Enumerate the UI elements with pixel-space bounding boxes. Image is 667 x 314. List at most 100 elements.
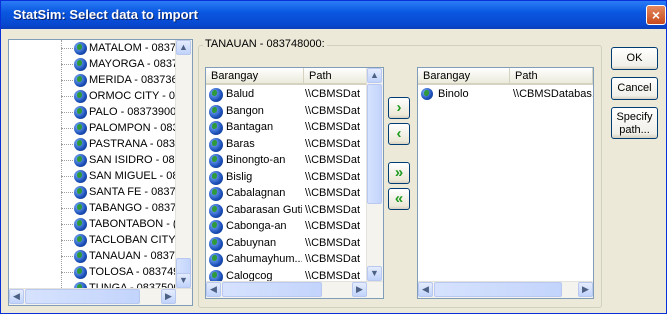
- tree-connector: [61, 192, 75, 193]
- scroll-right-button[interactable]: ▶: [161, 289, 176, 304]
- path-cell: \\CBMSDatab: [305, 170, 360, 183]
- tree-connector: [61, 240, 75, 241]
- globe-icon: [209, 236, 223, 251]
- column-header-barangay[interactable]: Barangay: [418, 68, 510, 85]
- selected-barangay-list[interactable]: Barangay Path Binolo \\CBMSDatabas... ◀ ▶: [417, 67, 594, 299]
- path-cell: \\CBMSDatab: [305, 187, 360, 199]
- list-row[interactable]: Cabonga-an \\CBMSDatab: [206, 218, 366, 235]
- globe-icon: [74, 106, 87, 119]
- available-barangay-list[interactable]: Barangay Path Balud \\CBMSDatab Bangon \\CB…: [205, 67, 384, 299]
- tree-item[interactable]: TOLOSA - 083749: [9, 265, 179, 279]
- tree-item[interactable]: TACLOBAN CITY: [9, 233, 177, 247]
- path-cell: \\CBMSDatab: [305, 154, 360, 166]
- globe-icon: [74, 42, 87, 55]
- dialog-window: StatSim: Select data to import × MATALOM…: [0, 0, 667, 314]
- scroll-right-button[interactable]: ▶: [352, 282, 367, 297]
- tree-item[interactable]: PASTRANA - 083: [9, 137, 177, 151]
- cancel-button[interactable]: Cancel: [611, 77, 658, 100]
- municipality-tree[interactable]: MATALOM - 0837 MAYORGA - 0837 MERIDA - 083…: [8, 39, 193, 306]
- tree-item-label: PASTRANA - 083: [89, 138, 175, 150]
- tree-item[interactable]: TABONTABON - (: [9, 217, 177, 231]
- tree-horizontal-scrollbar[interactable]: ◀ ▶: [9, 288, 192, 305]
- scroll-left-button[interactable]: ◀: [418, 282, 433, 297]
- list-row[interactable]: Cabarasan Guti\\CBMSDatab: [206, 202, 366, 219]
- list-row[interactable]: Cabuynan \\CBMSDatab: [206, 235, 366, 252]
- barangay-cell: Bislig: [226, 170, 253, 183]
- tree-item[interactable]: SAN ISIDRO - 083: [9, 153, 181, 167]
- barangay-cell: Binolo: [438, 88, 469, 100]
- globe-icon: [74, 154, 87, 167]
- globe-icon: [74, 170, 87, 183]
- tree-item[interactable]: PALOMPON - 083: [9, 121, 179, 135]
- globe-icon: [74, 74, 87, 87]
- list-row[interactable]: Binolo \\CBMSDatabas...: [418, 86, 593, 103]
- tree-item-label: SAN MIGUEL - 08: [89, 170, 179, 182]
- globe-icon: [74, 234, 87, 247]
- globe-icon: [74, 250, 87, 263]
- tree-connector: [61, 96, 75, 97]
- tree-item[interactable]: MAYORGA - 0837: [9, 57, 179, 71]
- tree-item[interactable]: TABANGO - 0837: [9, 201, 177, 215]
- barangay-cell: Cabarasan Guti: [226, 203, 302, 216]
- add-selected-button[interactable]: ›: [388, 97, 410, 119]
- scroll-right-button[interactable]: ▶: [578, 282, 593, 297]
- column-header-path[interactable]: Path: [510, 68, 593, 85]
- scroll-up-button[interactable]: ▲: [176, 40, 191, 55]
- globe-icon: [209, 104, 223, 119]
- specify-path-button[interactable]: Specify path...: [611, 107, 658, 139]
- tree-item[interactable]: SAN MIGUEL - 08: [9, 169, 179, 183]
- tree-item-label: MAYORGA - 0837: [89, 58, 179, 70]
- tree-connector: [61, 176, 75, 177]
- list-row[interactable]: Balud \\CBMSDatab: [206, 86, 366, 103]
- column-header-path[interactable]: Path: [304, 68, 368, 85]
- list-row[interactable]: Binongto-an \\CBMSDatab: [206, 152, 366, 169]
- globe-icon: [74, 186, 87, 199]
- globe-icon: [74, 202, 87, 215]
- tree-item[interactable]: MERIDA - 083736: [9, 73, 178, 87]
- list-row[interactable]: Bantagan \\CBMSDatab: [206, 119, 366, 136]
- selected-horizontal-scrollbar[interactable]: ◀ ▶: [418, 281, 593, 298]
- column-header-barangay[interactable]: Barangay: [206, 68, 304, 85]
- list-row[interactable]: Bangon \\CBMSDatab: [206, 103, 366, 120]
- available-horizontal-scrollbar[interactable]: ◀ ▶: [206, 281, 383, 298]
- title-bar[interactable]: StatSim: Select data to import ×: [1, 1, 666, 29]
- barangay-cell: Baras: [226, 137, 255, 150]
- scroll-thumb[interactable]: [222, 282, 322, 297]
- tree-item[interactable]: TANAUAN - 0837: [9, 249, 177, 263]
- tree-item-label: SAN ISIDRO - 083: [89, 154, 181, 166]
- scroll-up-button[interactable]: ▲: [367, 68, 382, 83]
- available-vertical-scrollbar[interactable]: ▲ ▼: [366, 68, 383, 281]
- tree-connector: [61, 160, 75, 161]
- list-row[interactable]: Bislig \\CBMSDatab: [206, 169, 366, 186]
- scroll-thumb[interactable]: [25, 289, 140, 304]
- scroll-down-button[interactable]: ▼: [367, 266, 382, 281]
- path-cell: \\CBMSDatab: [305, 104, 360, 117]
- tree-item[interactable]: ORMOC CITY - 08: [9, 89, 181, 103]
- remove-all-button[interactable]: «: [388, 188, 410, 210]
- scroll-thumb[interactable]: [434, 282, 562, 297]
- globe-icon: [209, 154, 223, 168]
- add-all-button[interactable]: »: [388, 162, 410, 184]
- list-row[interactable]: Cahumayhum...\\CBMSDatab: [206, 251, 366, 268]
- barangay-cell: Bangon: [226, 104, 264, 117]
- globe-icon: [74, 138, 87, 151]
- tree-item-label: TANAUAN - 0837: [89, 250, 175, 262]
- scroll-thumb[interactable]: [367, 84, 382, 204]
- scroll-left-button[interactable]: ◀: [9, 289, 24, 304]
- list-row[interactable]: Baras \\CBMSDatab: [206, 136, 366, 153]
- barangay-cell: Balud: [226, 88, 255, 100]
- barangay-cell: Binongto-an: [226, 154, 286, 166]
- path-cell: \\CBMSDatab: [305, 203, 360, 216]
- scroll-down-button[interactable]: ▼: [176, 273, 191, 288]
- ok-button[interactable]: OK: [611, 47, 658, 70]
- scroll-left-button[interactable]: ◀: [206, 282, 221, 297]
- close-button[interactable]: ×: [646, 5, 666, 25]
- tree-vertical-scrollbar[interactable]: ▲ ▼: [175, 40, 192, 288]
- list-row[interactable]: Cabalagnan \\CBMSDatab: [206, 185, 366, 202]
- globe-icon: [74, 218, 87, 231]
- tree-item[interactable]: SANTA FE - 0837: [9, 185, 177, 199]
- tree-item[interactable]: PALO - 08373900: [9, 105, 177, 119]
- globe-icon: [74, 122, 87, 135]
- remove-selected-button[interactable]: ‹: [388, 123, 410, 145]
- tree-item[interactable]: MATALOM - 0837: [9, 41, 177, 55]
